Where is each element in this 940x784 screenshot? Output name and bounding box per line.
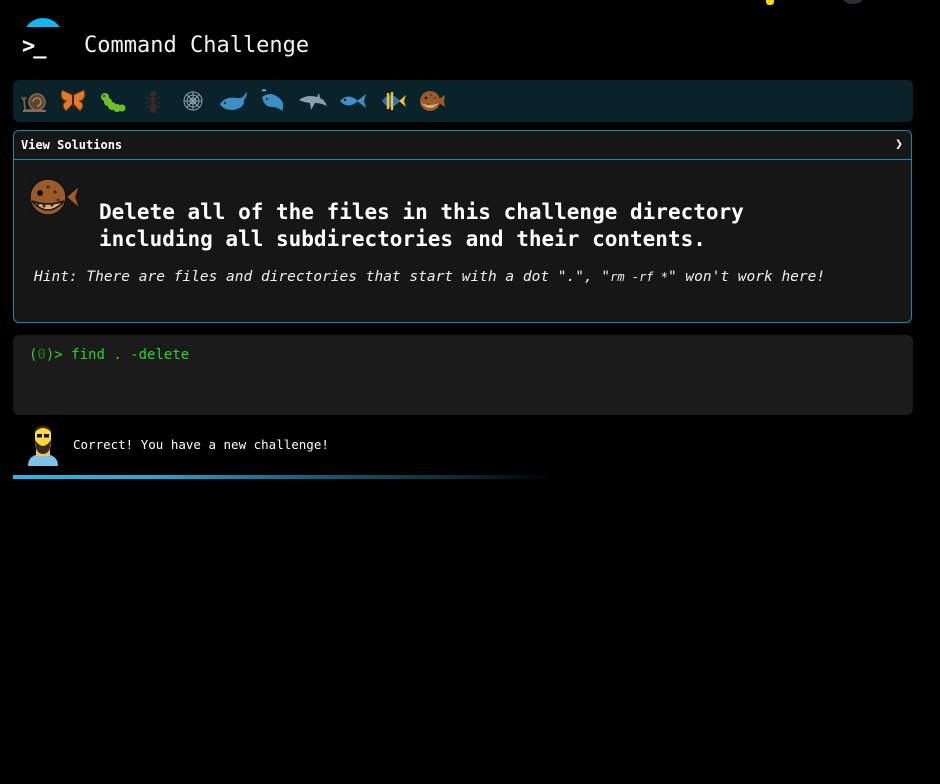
hint-code: rm -rf * (610, 270, 668, 284)
page-title: Command Challenge (84, 33, 310, 58)
level-butterfly[interactable] (57, 84, 89, 118)
butterfly-icon (60, 89, 86, 112)
level-whale[interactable] (217, 84, 249, 118)
level-fish[interactable] (337, 84, 369, 118)
prompt-close: )> (45, 347, 72, 363)
terminal[interactable]: (0)> find . -delete (13, 335, 913, 415)
challenge-text: Delete all of the files in this challeng… (99, 199, 744, 253)
progress-bar (13, 475, 553, 479)
ant-icon (145, 91, 161, 113)
response-message: Correct! You have a new challenge! (73, 437, 329, 452)
blowfish-icon (24, 173, 82, 225)
view-solutions-label: View Solutions (21, 138, 123, 152)
level-caterpillar[interactable] (97, 84, 129, 118)
caterpillar-icon (101, 93, 126, 112)
hint-suffix: " won't work here! (667, 269, 826, 285)
view-solutions-toggle[interactable]: View Solutions ❯ (14, 131, 911, 160)
level-blowfish[interactable] (415, 84, 447, 118)
level-dolphin[interactable] (297, 84, 329, 118)
spider-web-icon (183, 91, 203, 111)
snail-icon (21, 93, 46, 112)
exit-code: 0 (37, 347, 46, 363)
level-spouting-whale[interactable] (257, 84, 289, 118)
hint-prefix: Hint: There are files and directories th… (34, 269, 611, 285)
level-spider-web[interactable] (177, 84, 209, 118)
fish-icon (340, 94, 366, 108)
challenge-panel: View Solutions ❯ Delete all of the files… (13, 130, 912, 323)
challenge-line-2: including all subdirectories and their c… (99, 227, 706, 251)
avatar[interactable] (838, 0, 868, 4)
blowfish-icon (420, 91, 445, 111)
spouting-whale-icon (261, 89, 284, 111)
header: >_ Command Challenge (0, 0, 940, 75)
level-tropical-fish[interactable] (377, 84, 409, 118)
level-snail[interactable] (19, 84, 51, 118)
level-ant[interactable] (137, 84, 169, 118)
avatar-icon (26, 424, 60, 470)
chevron-right-icon: ❯ (895, 137, 903, 152)
whale-icon (220, 92, 247, 110)
level-bar (13, 80, 913, 122)
logo[interactable]: >_ (20, 18, 66, 64)
dolphin-icon (299, 93, 327, 110)
badge-icon (766, 0, 774, 5)
tropical-fish-icon (382, 92, 406, 110)
terminal-prompt-icon: >_ (22, 34, 46, 59)
command-text: find . -delete (71, 347, 190, 363)
terminal-input-line[interactable]: (0)> find . -delete (29, 347, 189, 363)
challenge-line-1: Delete all of the files in this challeng… (99, 200, 744, 224)
hint-text: Hint: There are files and directories th… (34, 269, 825, 285)
